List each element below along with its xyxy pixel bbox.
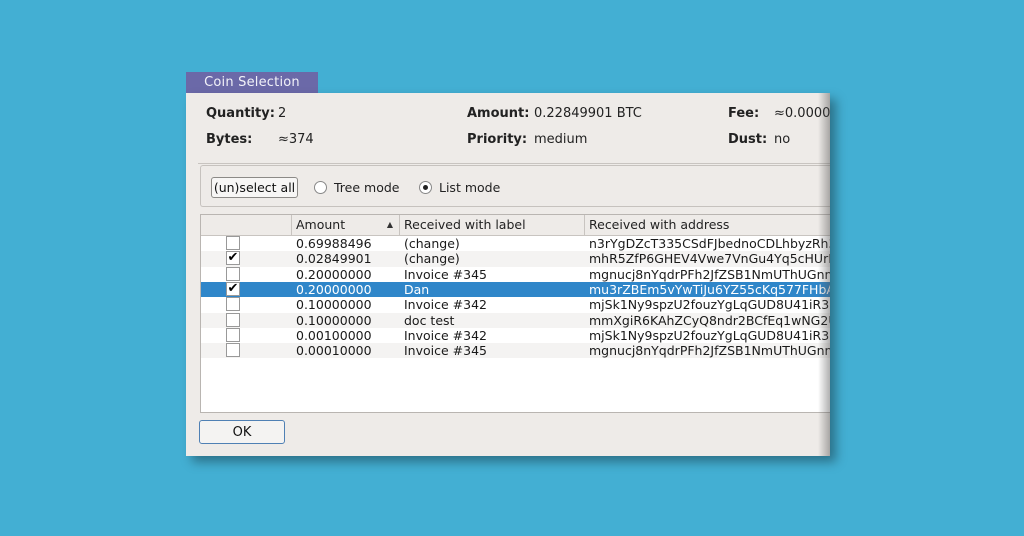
amount-label: Amount: [467, 106, 530, 121]
row-address: n3rYgDZcT335CSdFJbednoCDLhbyzRh3L [589, 236, 830, 251]
row-address: mmXgiR6KAhZCyQ8ndr2BCfEq1wNG2Un [589, 312, 830, 328]
table-row[interactable]: 0.10000000 doc test mmXgiR6KAhZCyQ8ndr2BCf… [201, 312, 830, 328]
row-checkbox[interactable] [226, 343, 240, 358]
row-address: mgnucj8nYqdrPFh2JfZSB1NmUThUGnms [589, 343, 830, 359]
ok-button[interactable]: OK [199, 420, 285, 444]
row-amount: 0.20000000 [296, 266, 372, 282]
row-label: Invoice #345 [404, 266, 487, 282]
bytes-label: Bytes: [206, 132, 253, 147]
column-header-label[interactable]: Received with label [400, 215, 585, 235]
quantity-value: 2 [278, 106, 287, 121]
row-label: Dan [404, 281, 430, 297]
row-label: Invoice #342 [404, 297, 487, 313]
row-amount: 0.20000000 [296, 281, 372, 297]
table-row[interactable]: ✔ 0.02849901 (change) mhR5ZfP6GHEV4Vwe7VnGu… [201, 251, 830, 267]
table-row[interactable]: 0.10000000 Invoice #342 mjSk1Ny9spzU2fouzY… [201, 297, 830, 312]
tree-mode-radio-indicator[interactable] [314, 181, 327, 194]
row-checkbox[interactable] [226, 266, 240, 281]
row-label: (change) [404, 236, 460, 251]
dust-label: Dust: [728, 132, 768, 147]
sort-ascending-icon: ▲ [386, 220, 393, 229]
summary-divider [198, 163, 830, 164]
list-mode-label: List mode [439, 180, 501, 195]
row-address: mjSk1Ny9spzU2fouzYgLqGUD8U41iR35C [589, 327, 830, 343]
row-label: doc test [404, 312, 455, 328]
unselect-all-button[interactable]: (un)select all [211, 177, 298, 198]
row-label: (change) [404, 251, 460, 267]
table-row[interactable]: 0.69988496 (change) n3rYgDZcT335CSdFJbedno… [201, 236, 830, 251]
fee-value: ≈0.00007 [774, 106, 830, 121]
row-checkbox[interactable]: ✔ [226, 281, 240, 296]
dust-value: no [774, 132, 791, 147]
list-mode-radio-indicator[interactable] [419, 181, 432, 194]
row-amount: 0.69988496 [296, 236, 372, 251]
row-checkbox[interactable] [226, 327, 240, 342]
quantity-label: Quantity: [206, 106, 275, 121]
coin-table: Amount ▲ Received with label Received wi… [200, 214, 830, 413]
priority-value: medium [534, 132, 588, 147]
column-header-amount-label: Amount [296, 217, 346, 232]
list-mode-radio[interactable]: List mode [419, 180, 500, 195]
table-row[interactable]: 0.00010000 Invoice #345 mgnucj8nYqdrPFh2Jf… [201, 343, 830, 359]
row-amount: 0.10000000 [296, 297, 372, 313]
row-address: mgnucj8nYqdrPFh2JfZSB1NmUThUGnms [589, 266, 830, 282]
column-header-address[interactable]: Received with address [585, 215, 830, 235]
row-address: mu3rZBEm5vYwTiJu6YZ55cKq577FHbAG [589, 281, 830, 297]
fee-label: Fee: [728, 106, 760, 121]
amount-value: 0.22849901 BTC [534, 106, 642, 121]
table-row[interactable]: ✔ 0.20000000 Dan mu3rZBEm5vYwTiJu6YZ55cKq57… [201, 281, 830, 298]
table-header: Amount ▲ Received with label Received wi… [201, 215, 830, 236]
row-amount: 0.10000000 [296, 312, 372, 328]
tree-mode-radio[interactable]: Tree mode [314, 180, 399, 195]
tree-mode-label: Tree mode [334, 180, 400, 195]
mode-bar: (un)select all Tree mode List mode [200, 165, 830, 207]
row-label: Invoice #342 [404, 327, 487, 343]
window-title: Coin Selection [186, 72, 318, 93]
column-header-checkbox[interactable] [201, 215, 292, 235]
row-checkbox[interactable] [226, 236, 240, 250]
row-checkbox[interactable] [226, 312, 240, 327]
summary-panel: Quantity: 2 Bytes: ≈374 Amount: 0.228499… [186, 93, 830, 163]
row-checkbox[interactable] [226, 297, 240, 312]
column-header-amount[interactable]: Amount ▲ [292, 215, 400, 235]
table-row[interactable]: 0.20000000 Invoice #345 mgnucj8nYqdrPFh2Jf… [201, 266, 830, 282]
row-amount: 0.00010000 [296, 343, 372, 359]
coin-selection-dialog: Quantity: 2 Bytes: ≈374 Amount: 0.228499… [186, 93, 830, 456]
table-row[interactable]: 0.00100000 Invoice #342 mjSk1Ny9spzU2fouzY… [201, 327, 830, 343]
row-label: Invoice #345 [404, 343, 487, 359]
row-amount: 0.02849901 [296, 251, 372, 267]
bytes-value: ≈374 [278, 132, 314, 147]
row-address: mjSk1Ny9spzU2fouzYgLqGUD8U41iR35C [589, 297, 830, 313]
row-checkbox[interactable]: ✔ [226, 251, 240, 266]
priority-label: Priority: [467, 132, 528, 147]
row-address: mhR5ZfP6GHEV4Vwe7VnGu4Yq5cHUrLiq [589, 251, 830, 267]
row-amount: 0.00100000 [296, 327, 372, 343]
